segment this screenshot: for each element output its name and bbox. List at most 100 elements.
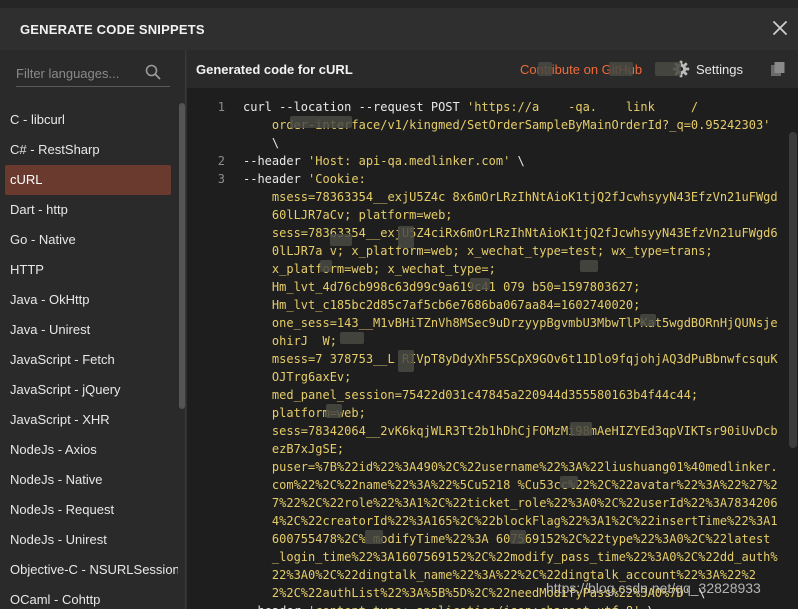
code-string: x_platform=web; x_wechat_type=; (271, 262, 496, 276)
redaction-blur (398, 350, 414, 372)
language-filter-input[interactable] (16, 62, 141, 84)
language-item[interactable]: C# - RestSharp (5, 135, 171, 165)
code-string: msess=78363354__exjU5Z4c 8x6mOrLRzIhNtAi… (271, 190, 778, 204)
language-item[interactable]: HTTP (5, 255, 171, 285)
code-text: 4%2C%22creatorId%22%3A165%2C%22blockFlag… (243, 512, 778, 530)
code-text: ezB7xJgSE; (243, 440, 344, 458)
code-keyword (243, 406, 272, 420)
generated-code-title: Generated code for cURL (196, 62, 353, 77)
code-toolbar: Generated code for cURL Contribute on Gi… (187, 50, 798, 88)
language-item[interactable]: JavaScript - jQuery (5, 375, 171, 405)
language-item[interactable]: NodeJs - Unirest (5, 525, 171, 555)
redaction-blur (560, 476, 578, 488)
code-keyword (243, 316, 272, 330)
code-keyword (243, 226, 272, 240)
code-string: 'https://a -qa. link / (466, 100, 699, 114)
language-sidebar: C - libcurlC# - RestSharpcURLDart - http… (0, 50, 186, 609)
language-item[interactable]: NodeJs - Axios (5, 435, 171, 465)
close-button[interactable] (770, 18, 790, 38)
sidebar-scrollbar[interactable] (179, 103, 185, 409)
redaction-blur (570, 422, 592, 436)
language-item[interactable]: Java - Unirest (5, 315, 171, 345)
copy-button[interactable] (770, 61, 786, 77)
code-keyword: --header (243, 154, 309, 168)
code-string: 60lLJR7aCv; platform=web; (271, 208, 453, 222)
code-string: com%22%2C%22name%22%3A%22%5Cu5218 %Cu53c… (271, 478, 778, 492)
code-scrollbar[interactable] (789, 132, 797, 448)
redaction-blur (290, 116, 352, 128)
redaction-blur (365, 530, 383, 544)
code-continuation: \ (510, 154, 525, 168)
code-text: sess=78363354__exjU5Z4ciRx6mOrLRzIhNtAio… (243, 224, 778, 242)
language-search (16, 59, 170, 87)
code-string: puser=%7B%22id%22%3A490%2C%22username%22… (271, 460, 778, 474)
code-editor[interactable]: 1 curl --location --request POST 'https:/… (187, 88, 798, 609)
code-text: one_sess=143__M1vBHiTZnVh8MSec9uDrzyypBg… (243, 314, 778, 332)
close-icon (773, 21, 787, 35)
code-keyword: \ (243, 136, 280, 150)
code-keyword: curl --location --request POST (243, 100, 467, 114)
code-keyword (243, 208, 272, 222)
top-strip (0, 0, 798, 8)
code-keyword (243, 118, 272, 132)
language-item[interactable]: JavaScript - XHR (5, 405, 171, 435)
code-string: OJTrg6axEv; (271, 370, 352, 384)
modal-title: GENERATE CODE SNIPPETS (20, 22, 205, 37)
search-icon[interactable] (145, 64, 161, 80)
code-text: ohirJ W; (243, 332, 337, 350)
code-string: 7%22%2C%22role%22%3A1%2C%22ticket_role%2… (271, 496, 778, 510)
settings-label: Settings (696, 62, 743, 77)
language-item[interactable]: OCaml - Cohttp (5, 585, 171, 609)
code-string: 'Cookie: (308, 172, 366, 186)
code-keyword (243, 460, 272, 474)
code-string: Hm_lvt_4d76cb998c63d99c9a619c41 079 b50=… (271, 280, 641, 294)
redaction-blur (340, 332, 364, 344)
code-text: OJTrg6axEv; (243, 368, 351, 386)
code-keyword (243, 334, 272, 348)
code-string: 4%2C%22creatorId%22%3A165%2C%22blockFlag… (271, 514, 778, 528)
language-item[interactable]: cURL (5, 165, 171, 195)
code-keyword (243, 244, 272, 258)
language-list: C - libcurl C# - RestSharp cURL Dart - http… (0, 100, 178, 609)
redaction-blur (330, 234, 352, 246)
code-text: 60lLJR7aCv; platform=web; (243, 206, 453, 224)
code-text: 600755478%2C% modifyTime%22%3A 607569152… (243, 530, 771, 548)
redaction-blur (510, 530, 526, 544)
language-item[interactable]: Go - Native (5, 225, 171, 255)
line-number: 3 (217, 172, 225, 186)
code-text: platform=web; (243, 404, 366, 422)
code-text: med_panel_session=75422d031c47845a220944… (243, 386, 698, 404)
code-text: _login_time%22%3A1607569152%2C%22modify_… (243, 548, 778, 566)
line-number: 1 (217, 100, 225, 114)
language-item[interactable]: Objective-C - NSURLSession (5, 555, 178, 585)
code-keyword (243, 370, 272, 384)
copy-icon (771, 62, 785, 76)
code-string: msess=7 378753__L RIVpT8yDdyXhF5SCpX9GOv… (271, 352, 778, 366)
code-text: msess=7 378753__L RIVpT8yDdyXhF5SCpX9GOv… (243, 350, 778, 368)
language-item[interactable]: NodeJs - Native (5, 465, 171, 495)
code-text: com%22%2C%22name%22%3A%22%5Cu5218 %Cu53c… (243, 476, 778, 494)
code-continuation: \ (640, 604, 655, 609)
code-keyword (243, 550, 272, 564)
language-item[interactable]: Java - OkHttp (5, 285, 171, 315)
code-string: 'content-type: application/json;charset=… (308, 604, 640, 609)
code-string: ezB7xJgSE; (271, 442, 345, 456)
language-item[interactable]: JavaScript - Fetch (5, 345, 171, 375)
code-text: curl --location --request POST 'https://… (243, 98, 698, 116)
code-text: --header 'Host: api-qa.medlinker.com' \ (243, 152, 525, 170)
language-item[interactable]: C - libcurl (5, 105, 171, 135)
language-item[interactable]: NodeJs - Request (5, 495, 171, 525)
code-panel: Generated code for cURL Contribute on Gi… (187, 50, 798, 609)
code-keyword (243, 442, 272, 456)
language-item[interactable]: Dart - http (5, 195, 171, 225)
code-string: one_sess=143__M1vBHiTZnVh8MSec9uDrzyypBg… (271, 316, 778, 330)
code-string: med_panel_session=75422d031c47845a220944… (271, 388, 699, 402)
code-keyword (243, 586, 272, 600)
redaction-blur (398, 226, 414, 248)
code-text: --header 'content-type: application/json… (243, 602, 655, 609)
code-keyword (243, 190, 272, 204)
redaction-blur (326, 404, 342, 418)
redaction-blur (538, 62, 552, 76)
code-keyword (243, 388, 272, 402)
code-text: sess=78342064__2vK6kqjWLR3Tt2b1hDhCjFOMz… (243, 422, 778, 440)
